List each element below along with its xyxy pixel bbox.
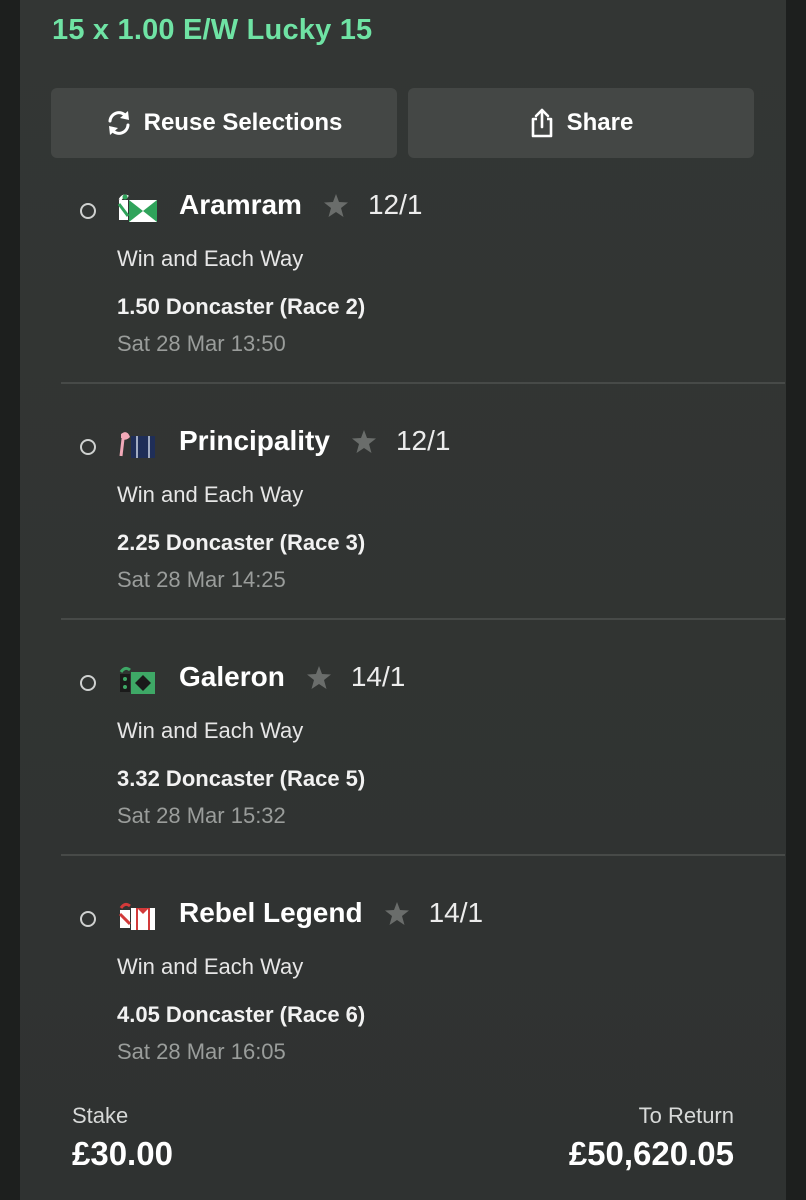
- stake-value: £30.00: [72, 1135, 173, 1172]
- stake-label: Stake: [72, 1103, 129, 1128]
- reuse-selections-label: Reuse Selections: [143, 109, 343, 136]
- race-name: 1.50 Doncaster (Race 2): [117, 294, 366, 319]
- selection-item: Principality 12/1 Win and Each Way 2.25 …: [40, 422, 786, 658]
- selection-radio[interactable]: [80, 439, 96, 455]
- market-type: Win and Each Way: [117, 718, 304, 743]
- star-icon[interactable]: [384, 901, 409, 925]
- race-name: 2.25 Doncaster (Race 3): [117, 530, 366, 555]
- silk-aramram-icon: [117, 194, 157, 224]
- bet-card: 15 x 1.00 E/W Lucky 15 Reuse Selections …: [20, 0, 786, 1200]
- horse-name: Principality: [179, 425, 330, 456]
- horse-name: Rebel Legend: [179, 897, 363, 928]
- silk-rebel-legend-icon: [117, 902, 157, 932]
- share-button[interactable]: Share: [408, 88, 754, 158]
- race-name: 4.05 Doncaster (Race 6): [117, 1002, 366, 1027]
- divider: [61, 382, 785, 384]
- silk-galeron-icon: [117, 666, 157, 696]
- share-label: Share: [566, 109, 634, 136]
- divider: [61, 854, 785, 856]
- selection-radio[interactable]: [80, 675, 96, 691]
- star-icon[interactable]: [351, 429, 376, 453]
- market-type: Win and Each Way: [117, 954, 304, 979]
- bet-title: 15 x 1.00 E/W Lucky 15: [52, 14, 373, 46]
- to-return-label: To Return: [638, 1103, 734, 1128]
- race-date: Sat 28 Mar 13:50: [117, 331, 286, 356]
- reuse-selections-button[interactable]: Reuse Selections: [51, 88, 397, 158]
- selection-radio[interactable]: [80, 911, 96, 927]
- to-return-value: £50,620.05: [568, 1135, 734, 1172]
- refresh-icon: [106, 109, 132, 137]
- odds[interactable]: 14/1: [351, 661, 406, 693]
- star-icon[interactable]: [306, 665, 331, 689]
- selection-radio[interactable]: [80, 203, 96, 219]
- horse-name: Galeron: [179, 661, 285, 692]
- share-icon: [529, 108, 555, 138]
- selection-item: Aramram 12/1 Win and Each Way 1.50 Donca…: [40, 186, 786, 422]
- divider: [61, 618, 785, 620]
- market-type: Win and Each Way: [117, 246, 304, 271]
- market-type: Win and Each Way: [117, 482, 304, 507]
- odds[interactable]: 12/1: [396, 425, 451, 457]
- silk-principality-icon: [117, 430, 157, 460]
- race-name: 3.32 Doncaster (Race 5): [117, 766, 366, 791]
- selection-item: Galeron 14/1 Win and Each Way 3.32 Donca…: [40, 658, 786, 894]
- race-date: Sat 28 Mar 16:05: [117, 1039, 286, 1064]
- selection-item: Rebel Legend 14/1 Win and Each Way 4.05 …: [40, 894, 786, 1130]
- odds[interactable]: 12/1: [368, 189, 423, 221]
- odds[interactable]: 14/1: [429, 897, 484, 929]
- race-date: Sat 28 Mar 14:25: [117, 567, 286, 592]
- horse-name: Aramram: [179, 189, 302, 220]
- race-date: Sat 28 Mar 15:32: [117, 803, 286, 828]
- star-icon[interactable]: [323, 193, 348, 217]
